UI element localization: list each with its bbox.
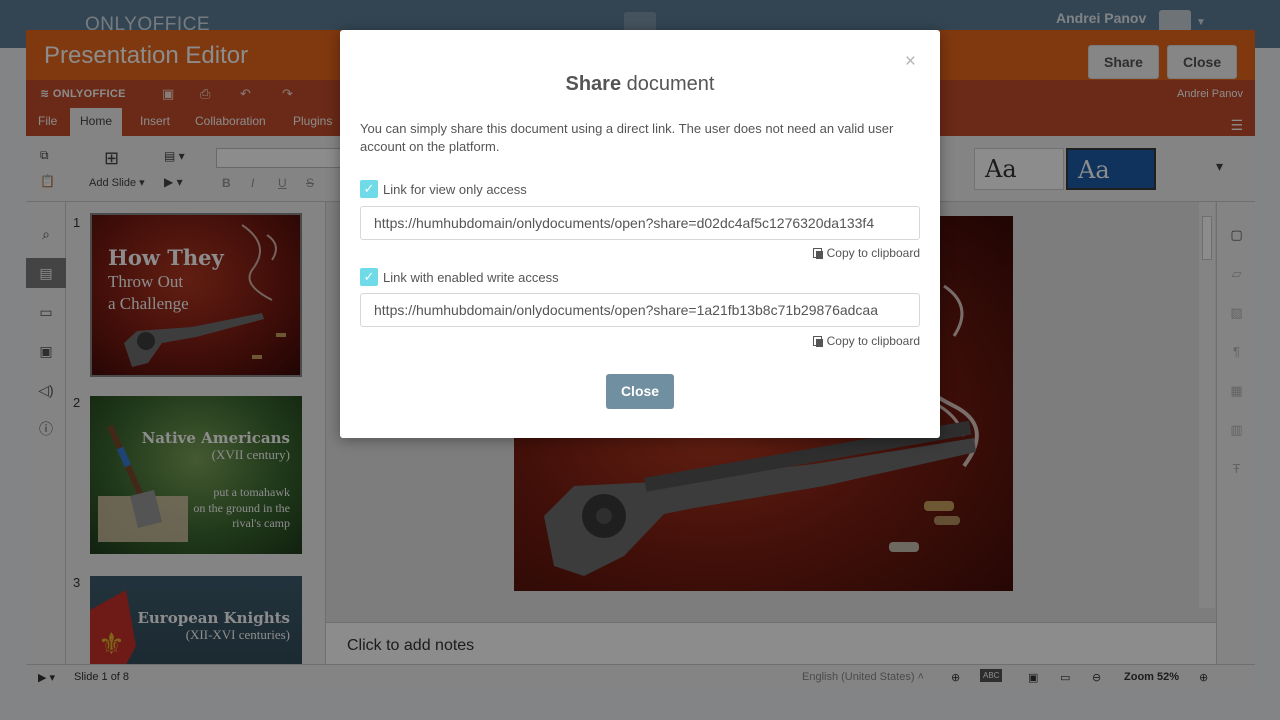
share-document-dialog: × Share document You can simply share th… bbox=[340, 30, 940, 438]
view-link-label[interactable]: Link for view only access bbox=[383, 182, 527, 197]
copy-edit-link-button[interactable]: Copy to clipboard bbox=[812, 334, 920, 348]
copy-label: Copy to clipboard bbox=[826, 334, 920, 348]
view-link-field[interactable]: https://humhubdomain/onlydocuments/open?… bbox=[360, 206, 920, 240]
dialog-close-button[interactable]: Close bbox=[606, 374, 674, 409]
dialog-description: You can simply share this document using… bbox=[360, 121, 894, 154]
copy-view-link-button[interactable]: Copy to clipboard bbox=[812, 246, 920, 260]
copy-label: Copy to clipboard bbox=[826, 246, 920, 260]
edit-link-field[interactable]: https://humhubdomain/onlydocuments/open?… bbox=[360, 293, 920, 327]
close-icon[interactable]: × bbox=[905, 52, 916, 71]
view-link-option[interactable]: ✓ Link for view only access bbox=[360, 179, 527, 199]
edit-link-option[interactable]: ✓ Link with enabled write access bbox=[360, 267, 559, 287]
view-link-checkbox[interactable]: ✓ bbox=[360, 180, 378, 198]
dialog-title: Share document bbox=[340, 73, 940, 96]
dialog-title-bold: Share bbox=[565, 73, 622, 95]
edit-link-label[interactable]: Link with enabled write access bbox=[383, 270, 559, 285]
clipboard-icon bbox=[812, 335, 823, 347]
clipboard-icon bbox=[812, 247, 823, 259]
edit-link-checkbox[interactable]: ✓ bbox=[360, 268, 378, 286]
dialog-title-rest: document bbox=[626, 73, 715, 95]
